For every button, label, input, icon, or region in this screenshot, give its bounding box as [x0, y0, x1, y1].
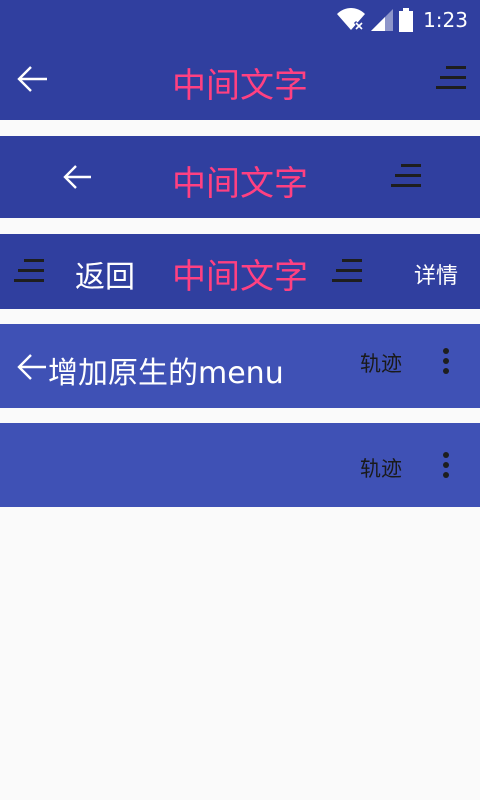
toolbar-1: 中间文字 — [0, 40, 480, 120]
signal-icon — [371, 9, 394, 31]
wifi-icon — [337, 8, 366, 32]
details-button[interactable]: 详情 — [414, 258, 458, 290]
more-vert-icon[interactable] — [441, 347, 451, 375]
menu-lines-icon[interactable] — [436, 66, 466, 92]
status-icons: 1:23 — [337, 0, 468, 40]
toolbar-4-title: 增加原生的menu — [48, 356, 284, 391]
toolbar-3: 返回 中间文字 详情 — [0, 234, 480, 309]
more-vert-icon[interactable] — [441, 451, 451, 479]
status-bar: 1:23 — [0, 0, 480, 40]
back-arrow-icon[interactable] — [17, 352, 47, 382]
status-time: 1:23 — [423, 8, 468, 32]
battery-icon — [399, 8, 414, 32]
menu-lines-icon[interactable] — [332, 259, 362, 285]
toolbar-4: 增加原生的menu 轨迹 — [0, 324, 480, 408]
menu-item-track[interactable]: 轨迹 — [360, 348, 402, 378]
menu-lines-icon[interactable] — [391, 164, 421, 190]
toolbar-3-title: 中间文字 — [172, 257, 308, 297]
toolbar-1-title: 中间文字 — [172, 66, 308, 106]
menu-item-track[interactable]: 轨迹 — [360, 453, 402, 483]
toolbar-2: 中间文字 — [0, 136, 480, 218]
toolbar-5: 轨迹 — [0, 423, 480, 507]
